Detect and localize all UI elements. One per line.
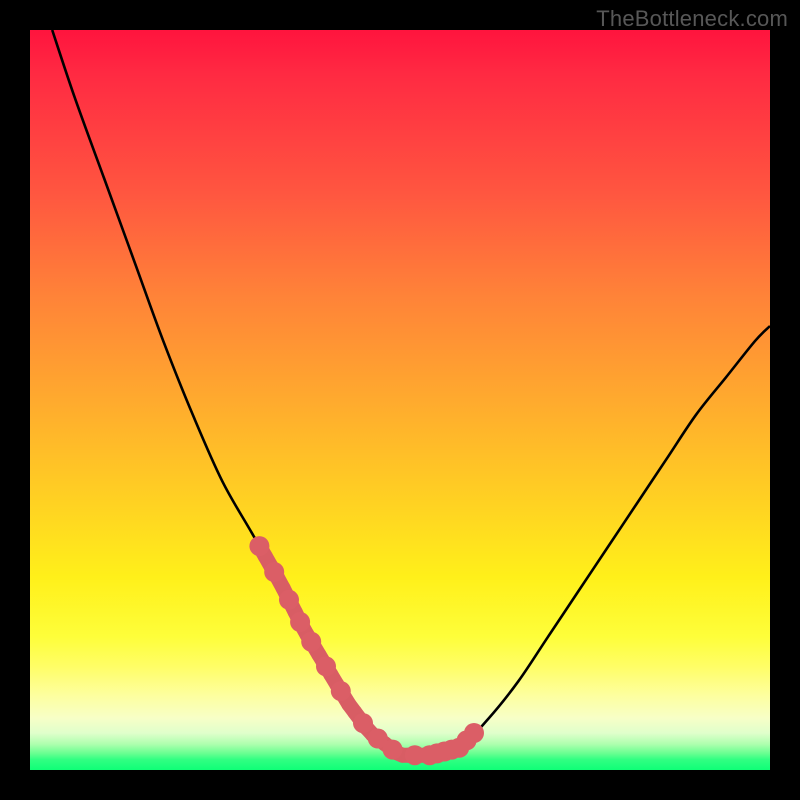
range-bead [279, 590, 299, 610]
range-bead [353, 713, 373, 733]
range-bead [464, 723, 484, 743]
range-bead [290, 612, 310, 632]
range-bead [383, 740, 403, 760]
bottleneck-curve [52, 30, 770, 757]
range-bead [316, 656, 336, 676]
plot-area [30, 30, 770, 770]
attribution-label: TheBottleneck.com [596, 6, 788, 32]
chart-frame: TheBottleneck.com [0, 0, 800, 800]
range-bead [264, 562, 284, 582]
range-bead [249, 536, 269, 556]
optimal-range-beads [249, 536, 484, 765]
curve-svg [30, 30, 770, 770]
range-bead [301, 632, 321, 652]
range-bead [331, 681, 351, 701]
